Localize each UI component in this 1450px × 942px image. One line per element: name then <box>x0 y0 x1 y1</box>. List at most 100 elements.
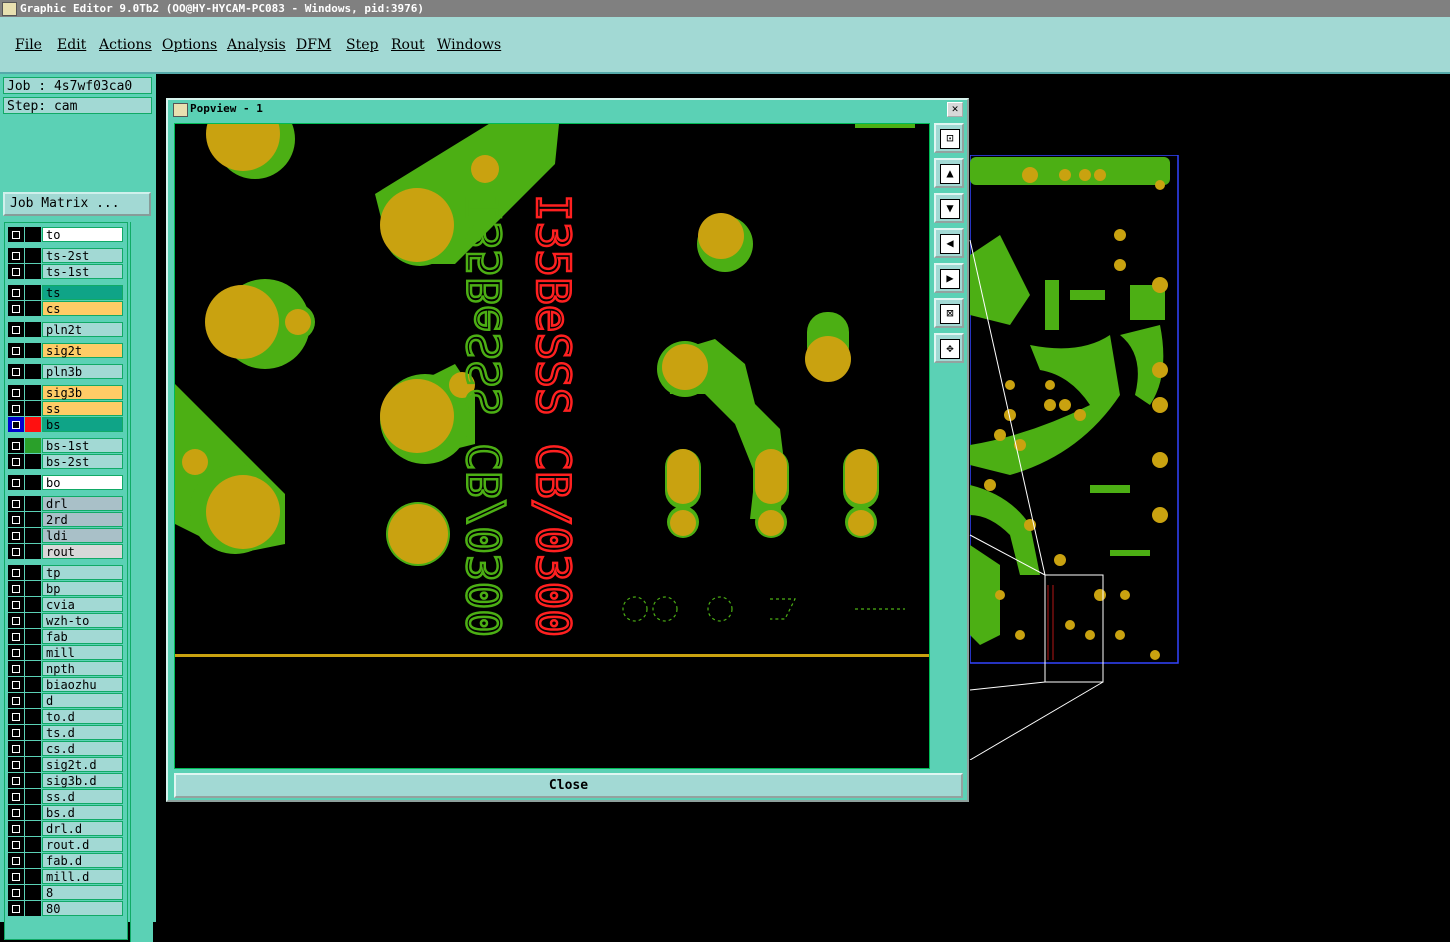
layer-color-swatch[interactable] <box>25 773 41 788</box>
zoom-out-icon[interactable]: ⊠ <box>934 298 964 328</box>
layer-color-swatch[interactable] <box>25 757 41 772</box>
layer-color-swatch[interactable] <box>25 597 41 612</box>
layer-name[interactable]: sig2t <box>42 343 123 358</box>
layer-row-fab[interactable]: fab <box>5 629 127 644</box>
layer-color-swatch[interactable] <box>25 901 41 916</box>
layer-row-bs-1st[interactable]: bs-1st <box>5 438 127 453</box>
layer-checkbox[interactable] <box>8 417 24 432</box>
layer-checkbox[interactable] <box>8 709 24 724</box>
layer-row-cvia[interactable]: cvia <box>5 597 127 612</box>
layer-row-bs[interactable]: bs <box>5 417 127 432</box>
layer-name[interactable]: cs <box>42 301 123 316</box>
layer-name[interactable]: wzh-to <box>42 613 123 628</box>
layer-checkbox[interactable] <box>8 773 24 788</box>
layer-color-swatch[interactable] <box>25 322 41 337</box>
layer-color-swatch[interactable] <box>25 301 41 316</box>
layer-checkbox[interactable] <box>8 343 24 358</box>
layer-row-rout[interactable]: rout <box>5 544 127 559</box>
layer-row-ts-1st[interactable]: ts-1st <box>5 264 127 279</box>
zoom-in-icon[interactable]: ✥ <box>934 333 964 363</box>
layer-checkbox[interactable] <box>8 475 24 490</box>
layer-name[interactable]: biaozhu <box>42 677 123 692</box>
layer-checkbox[interactable] <box>8 385 24 400</box>
layer-list-scrollbar[interactable] <box>130 222 153 942</box>
pan-down-icon[interactable]: ▼ <box>934 193 964 223</box>
layer-color-swatch[interactable] <box>25 544 41 559</box>
layer-color-swatch[interactable] <box>25 581 41 596</box>
layer-row-sig2t.d[interactable]: sig2t.d <box>5 757 127 772</box>
layer-color-swatch[interactable] <box>25 475 41 490</box>
layer-checkbox[interactable] <box>8 322 24 337</box>
layer-row-tp[interactable]: tp <box>5 565 127 580</box>
menu-actions[interactable]: Actions <box>99 37 152 53</box>
layer-row-8[interactable]: 8 <box>5 885 127 900</box>
layer-row-ss.d[interactable]: ss.d <box>5 789 127 804</box>
popview-canvas[interactable]: I35BeSSS CB/0300 I35BeSSS CB/0300 <box>174 123 930 769</box>
layer-color-swatch[interactable] <box>25 496 41 511</box>
job-matrix-button[interactable]: Job Matrix ... <box>3 192 151 216</box>
layer-row-ts[interactable]: ts <box>5 285 127 300</box>
layer-name[interactable]: ts.d <box>42 725 123 740</box>
layer-name[interactable]: cvia <box>42 597 123 612</box>
layer-name[interactable]: bs-2st <box>42 454 123 469</box>
menu-options[interactable]: Options <box>162 37 217 53</box>
layer-checkbox[interactable] <box>8 677 24 692</box>
close-button[interactable]: Close <box>174 773 963 798</box>
layer-name[interactable]: drl.d <box>42 821 123 836</box>
layer-row-cs.d[interactable]: cs.d <box>5 741 127 756</box>
layer-name[interactable]: ss <box>42 401 123 416</box>
layer-row-mill.d[interactable]: mill.d <box>5 869 127 884</box>
layer-checkbox[interactable] <box>8 285 24 300</box>
menu-step[interactable]: Step <box>346 37 378 53</box>
layer-name[interactable]: sig3b <box>42 385 123 400</box>
layer-color-swatch[interactable] <box>25 343 41 358</box>
layer-color-swatch[interactable] <box>25 227 41 242</box>
pan-right-icon[interactable]: ▶ <box>934 263 964 293</box>
layer-name[interactable]: pln3b <box>42 364 123 379</box>
layer-name[interactable]: bs <box>42 417 123 432</box>
layer-checkbox[interactable] <box>8 565 24 580</box>
layer-checkbox[interactable] <box>8 528 24 543</box>
layer-row-mill[interactable]: mill <box>5 645 127 660</box>
layer-checkbox[interactable] <box>8 629 24 644</box>
layer-name[interactable]: 8 <box>42 885 123 900</box>
layer-checkbox[interactable] <box>8 789 24 804</box>
layer-row-80[interactable]: 80 <box>5 901 127 916</box>
menu-dfm[interactable]: DFM <box>296 37 331 53</box>
layer-name[interactable]: sig2t.d <box>42 757 123 772</box>
layer-color-swatch[interactable] <box>25 565 41 580</box>
layer-color-swatch[interactable] <box>25 264 41 279</box>
layer-color-swatch[interactable] <box>25 629 41 644</box>
layer-name[interactable]: mill.d <box>42 869 123 884</box>
layer-color-swatch[interactable] <box>25 454 41 469</box>
layer-color-swatch[interactable] <box>25 885 41 900</box>
layer-row-to.d[interactable]: to.d <box>5 709 127 724</box>
layer-checkbox[interactable] <box>8 853 24 868</box>
layer-color-swatch[interactable] <box>25 528 41 543</box>
layer-checkbox[interactable] <box>8 645 24 660</box>
layer-row-bs-2st[interactable]: bs-2st <box>5 454 127 469</box>
layer-checkbox[interactable] <box>8 438 24 453</box>
layer-checkbox[interactable] <box>8 869 24 884</box>
layer-row-bs.d[interactable]: bs.d <box>5 805 127 820</box>
layer-row-bo[interactable]: bo <box>5 475 127 490</box>
layer-row-ts.d[interactable]: ts.d <box>5 725 127 740</box>
layer-name[interactable]: ldi <box>42 528 123 543</box>
menu-file[interactable]: File <box>15 37 42 53</box>
layer-row-sig3b.d[interactable]: sig3b.d <box>5 773 127 788</box>
layer-name[interactable]: ts-1st <box>42 264 123 279</box>
layer-name[interactable]: rout <box>42 544 123 559</box>
layer-name[interactable]: drl <box>42 496 123 511</box>
layer-name[interactable]: bs-1st <box>42 438 123 453</box>
layer-color-swatch[interactable] <box>25 364 41 379</box>
close-icon[interactable]: ✕ <box>947 102 963 117</box>
layer-color-swatch[interactable] <box>25 438 41 453</box>
layer-color-swatch[interactable] <box>25 248 41 263</box>
layer-checkbox[interactable] <box>8 248 24 263</box>
layer-name[interactable]: pln2t <box>42 322 123 337</box>
layer-checkbox[interactable] <box>8 725 24 740</box>
layer-name[interactable]: tp <box>42 565 123 580</box>
menu-analysis[interactable]: Analysis <box>227 37 286 53</box>
layer-checkbox[interactable] <box>8 613 24 628</box>
layer-row-ldi[interactable]: ldi <box>5 528 127 543</box>
